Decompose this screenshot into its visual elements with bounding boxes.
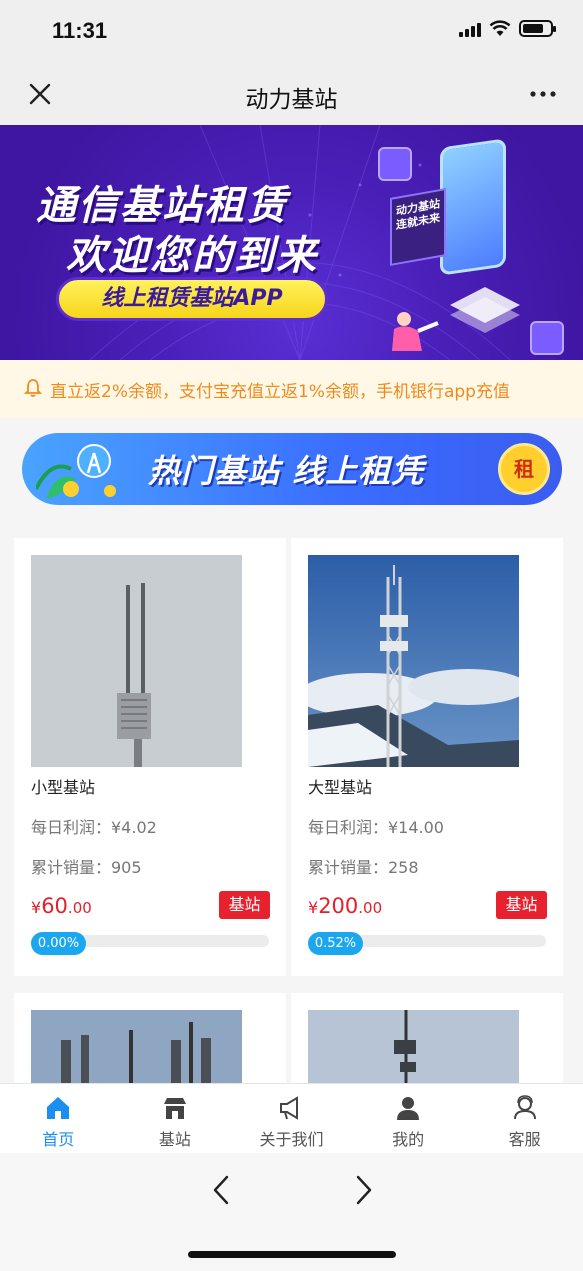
status-icons xyxy=(459,20,556,37)
phone-illustration xyxy=(440,138,506,276)
product-daily-profit: 每日利润：¥4.02 xyxy=(31,818,157,837)
banner-headline-2: 欢迎您的到来 xyxy=(66,233,318,279)
forward-arrow-icon[interactable] xyxy=(350,1173,378,1207)
large-station-image xyxy=(308,555,519,767)
home-indicator xyxy=(188,1251,396,1258)
product-category-badge[interactable]: 基站 xyxy=(219,891,270,919)
small-station-image xyxy=(31,555,242,767)
product-total-sales: 累计销量：258 xyxy=(308,858,419,877)
tab-mine[interactable]: 我的 xyxy=(350,1084,467,1153)
product-card[interactable]: 大型基站 每日利润：¥14.00 累计销量：258 ¥200.00 基站 0.5… xyxy=(291,538,563,976)
battery-icon xyxy=(519,20,556,37)
product-card[interactable] xyxy=(291,993,563,1093)
more-options-icon[interactable] xyxy=(529,84,557,104)
tab-label: 客服 xyxy=(508,1130,541,1149)
station-image xyxy=(308,1010,519,1093)
banner-cta-pill: 线上租赁基站APP xyxy=(56,277,328,321)
store-icon xyxy=(163,1098,186,1119)
megaphone-icon xyxy=(280,1096,299,1120)
user-icon xyxy=(397,1097,420,1120)
cube-decoration xyxy=(378,147,412,181)
progress-label: 0.52% xyxy=(308,932,363,955)
home-icon xyxy=(47,1097,70,1119)
product-total-sales: 累计销量：905 xyxy=(31,858,142,877)
wifi-icon xyxy=(489,20,511,36)
tab-label: 首页 xyxy=(42,1130,75,1149)
tab-stations[interactable]: 基站 xyxy=(117,1084,234,1153)
product-name: 小型基站 xyxy=(31,778,96,797)
bell-icon xyxy=(24,379,42,397)
notice-bar[interactable]: 直立返2%余额，支付宝充值立返1%余额，手机银行app充值 xyxy=(0,360,583,418)
notice-text: 直立返2%余额，支付宝充值立返1%余额，手机银行app充值 xyxy=(50,382,510,402)
tab-label: 基站 xyxy=(158,1130,191,1149)
status-time: 11:31 xyxy=(52,18,108,43)
progress-label: 0.00% xyxy=(31,932,86,955)
tab-bar: 首页 基站 关于我们 我的 客服 xyxy=(0,1083,583,1153)
signal-icon xyxy=(459,21,481,37)
cube-decoration xyxy=(530,321,564,355)
product-daily-profit: 每日利润：¥14.00 xyxy=(308,818,444,837)
banner-tag: 动力基站 连就未来 xyxy=(390,188,446,266)
product-name: 大型基站 xyxy=(308,778,373,797)
tab-about[interactable]: 关于我们 xyxy=(233,1084,350,1153)
tower-signal-icon xyxy=(36,444,116,499)
support-icon xyxy=(513,1095,536,1120)
person-illustration xyxy=(392,312,439,351)
tab-support[interactable]: 客服 xyxy=(466,1084,583,1153)
product-category-badge[interactable]: 基站 xyxy=(496,891,547,919)
promo-banner[interactable]: 通信基站租赁 欢迎您的到来 线上租赁基站APP 动力基站 连就未来 xyxy=(0,125,583,360)
rent-coin-badge: 租 xyxy=(498,443,550,495)
status-bar: 11:31 xyxy=(0,0,583,62)
product-card[interactable] xyxy=(14,993,286,1093)
product-price: ¥60.00 xyxy=(31,894,92,918)
product-card[interactable]: 小型基站 每日利润：¥4.02 累计销量：905 ¥60.00 基站 0.00% xyxy=(14,538,286,976)
tab-label: 我的 xyxy=(392,1130,425,1149)
back-arrow-icon[interactable] xyxy=(207,1173,235,1207)
browser-bottom-bar xyxy=(0,1153,583,1271)
platform-illustration xyxy=(450,287,520,333)
hot-banner-text: 热门基站 线上租凭 xyxy=(148,452,425,490)
tab-home[interactable]: 首页 xyxy=(0,1084,117,1153)
product-price: ¥200.00 xyxy=(308,894,383,918)
page-title: 动力基站 xyxy=(245,87,338,113)
hot-stations-banner[interactable]: 热门基站 线上租凭 租 xyxy=(22,433,562,505)
nav-bar: 动力基站 xyxy=(0,62,583,125)
tab-label: 关于我们 xyxy=(259,1130,324,1149)
station-image xyxy=(31,1010,242,1093)
